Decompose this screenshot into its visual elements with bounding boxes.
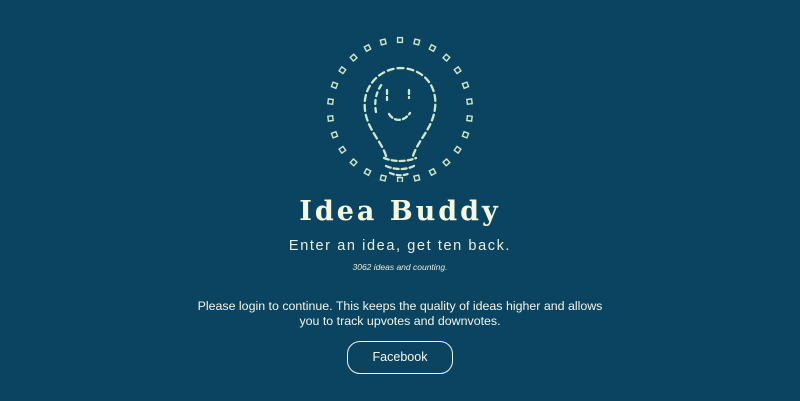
facebook-login-button[interactable]: Facebook	[347, 341, 453, 374]
login-page: Idea Buddy Enter an idea, get ten back. …	[0, 0, 800, 401]
lightbulb-smile-icon	[324, 32, 474, 184]
app-tagline: Enter an idea, get ten back.	[288, 238, 512, 254]
login-message: Please login to continue. This keeps the…	[197, 299, 603, 328]
app-title: Idea Buddy	[299, 196, 501, 227]
ideas-counter: 3062 ideas and counting.	[352, 262, 448, 272]
